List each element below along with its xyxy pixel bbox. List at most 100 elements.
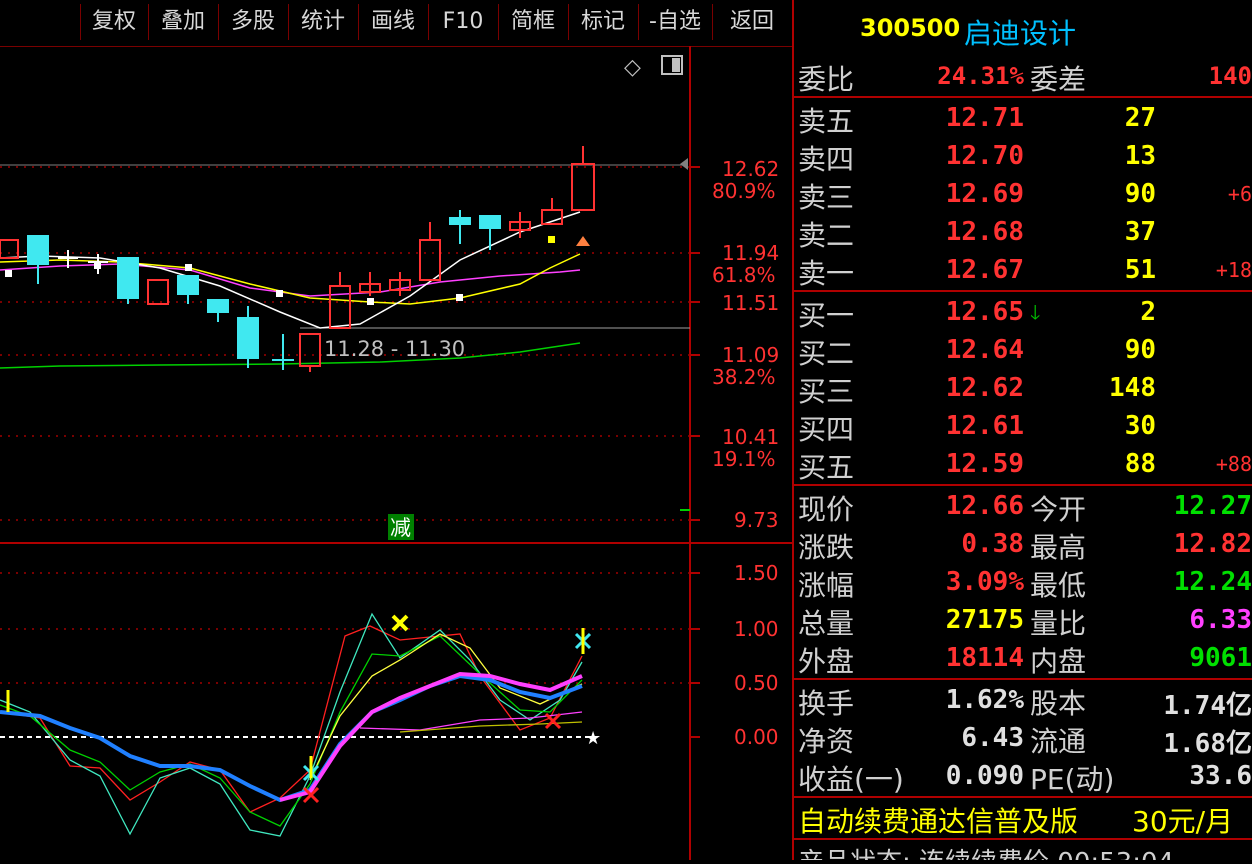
quote-panel: 300500 启迪设计 委比 24.31% 委差 140 卖五 12.71 27… — [794, 0, 1252, 860]
bid-price: 12.62 — [945, 373, 1024, 403]
star-icon: ★ — [585, 728, 601, 749]
stat-row: 涨幅 3.09% 最低 12.24 — [794, 564, 1252, 602]
ask-volume: 27 — [1124, 103, 1156, 133]
fib-label: 61.8% — [712, 263, 776, 287]
bid-row[interactable]: 买一 12.65 🡓 2 — [794, 294, 1252, 332]
kline-chart-area[interactable]: 11.28 - 11.30 ◇ 减 12.62 80.9% 11.94 61.8… — [0, 46, 792, 860]
bid-price: 12.65 — [945, 297, 1024, 327]
ask-volume: 90 — [1124, 179, 1156, 209]
ask-volume: 51 — [1124, 255, 1156, 285]
high-price: 12.82 — [1173, 529, 1252, 559]
ask-row[interactable]: 卖三 12.69 90 +6 — [794, 176, 1252, 214]
ask-row[interactable]: 卖二 12.68 37 — [794, 214, 1252, 252]
stock-name: 启迪设计 — [964, 17, 1077, 50]
f10-button[interactable]: F10 — [428, 4, 497, 40]
ask-row[interactable]: 卖四 12.70 13 — [794, 138, 1252, 176]
stock-code: 300500 — [860, 14, 961, 42]
subscription-price[interactable]: 30元/月 — [1132, 800, 1233, 840]
fuquan-button[interactable]: 复权 — [80, 4, 147, 40]
overlay-button[interactable]: 叠加 — [148, 4, 217, 40]
bid-label: 买一 — [798, 299, 855, 332]
bid-volume: 88 — [1124, 449, 1156, 479]
fundamental-row: 净资 6.43 流通 1.68亿 — [794, 720, 1252, 759]
bid-row[interactable]: 买三 12.62 148 — [794, 370, 1252, 408]
kline-chart-svg: 11.28 - 11.30 ◇ 减 12.62 80.9% 11.94 61.8… — [0, 46, 792, 860]
total-volume: 27175 — [945, 605, 1024, 635]
stat-label: 最高 — [1030, 531, 1087, 564]
inner-volume: 9061 — [1189, 643, 1252, 673]
fund-label: 流通 — [1030, 725, 1087, 758]
outer-volume: 18114 — [945, 643, 1024, 673]
weicha-value: 140 — [1208, 62, 1252, 90]
net-assets: 6.43 — [961, 723, 1024, 753]
stat-label: 最低 — [1030, 569, 1087, 602]
price-change: 0.38 — [961, 529, 1024, 559]
bid-label: 买三 — [798, 375, 855, 408]
ask-change: +18 — [1215, 258, 1252, 282]
price-label: 11.09 — [722, 343, 779, 367]
simple-frame-button[interactable]: 简框 — [498, 4, 567, 40]
fundamental-row: 收益(一) 0.090 PE(动) 33.6 — [794, 758, 1252, 796]
stat-row: 涨跌 0.38 最高 12.82 — [794, 526, 1252, 564]
ask-price: 12.70 — [945, 141, 1024, 171]
bid-price: 12.64 — [945, 335, 1024, 365]
fund-label: PE(动) — [1030, 763, 1115, 796]
draw-line-button[interactable]: 画线 — [358, 4, 427, 40]
indicator-label: 1.00 — [734, 617, 779, 641]
multi-stock-button[interactable]: 多股 — [218, 4, 287, 40]
stat-label: 量比 — [1030, 607, 1087, 640]
ask-label: 卖四 — [798, 143, 855, 176]
ask-price: 12.69 — [945, 179, 1024, 209]
reduce-badge-label: 减 — [390, 516, 411, 540]
bid-price: 12.59 — [945, 449, 1024, 479]
bid-volume: 90 — [1124, 335, 1156, 365]
ask-label: 卖一 — [798, 257, 855, 290]
turnover-value: 1.62% — [945, 685, 1024, 715]
weicha-label: 委差 — [1030, 63, 1087, 96]
open-price: 12.27 — [1173, 491, 1252, 521]
stat-row: 现价 12.66 今开 12.27 — [794, 488, 1252, 526]
mark-button[interactable]: 标记 — [568, 4, 637, 40]
bid-volume: 2 — [1140, 297, 1156, 327]
bid-row[interactable]: 买五 12.59 88 +88 — [794, 446, 1252, 484]
bid-price: 12.61 — [945, 411, 1024, 441]
volume-ratio: 6.33 — [1189, 605, 1252, 635]
toolbar: 复权 叠加 多股 统计 画线 F10 简框 标记 -自选 返回 — [0, 0, 792, 47]
stat-row: 外盘 18114 内盘 9061 — [794, 640, 1252, 678]
ask-row[interactable]: 卖一 12.67 51 +18 — [794, 252, 1252, 290]
stat-label: 外盘 — [798, 645, 855, 678]
indicator-label: 0.50 — [734, 671, 779, 695]
ask-volume: 37 — [1124, 217, 1156, 247]
weibi-row: 委比 24.31% 委差 140 — [794, 58, 1252, 96]
ask-row[interactable]: 卖五 12.71 27 — [794, 100, 1252, 138]
fundamental-row: 换手 1.62% 股本 1.74亿 — [794, 682, 1252, 721]
subscription-ad[interactable]: 自动续费通达信普及版 — [798, 800, 1078, 840]
bid-row[interactable]: 买二 12.64 90 — [794, 332, 1252, 370]
stat-label: 涨跌 — [798, 531, 855, 564]
ask-price: 12.67 — [945, 255, 1024, 285]
total-shares: 1.74亿 — [1163, 691, 1252, 721]
change-percent: 3.09% — [945, 567, 1024, 597]
back-button[interactable]: 返回 — [712, 4, 791, 40]
fib-label: 19.1% — [712, 447, 776, 471]
stat-label: 今开 — [1030, 493, 1087, 526]
bid-row[interactable]: 买四 12.61 30 — [794, 408, 1252, 446]
stat-label: 涨幅 — [798, 569, 855, 602]
pe-value: 33.6 — [1189, 761, 1252, 791]
diamond-icon[interactable]: ◇ — [624, 55, 641, 80]
bid-change: +88 — [1215, 452, 1252, 476]
fib-label: 80.9% — [712, 179, 776, 203]
bid-label: 买五 — [798, 451, 855, 484]
stat-label: 内盘 — [1030, 645, 1087, 678]
indicator-label: 0.00 — [734, 725, 779, 749]
price-label: 9.73 — [734, 508, 779, 532]
remove-watchlist-button[interactable]: -自选 — [638, 4, 711, 40]
weibi-label: 委比 — [798, 63, 855, 96]
eps-value: 0.090 — [945, 761, 1024, 791]
stock-title: 300500 启迪设计 — [794, 0, 1252, 56]
low-price: 12.24 — [1173, 567, 1252, 597]
stat-label: 总量 — [798, 607, 855, 640]
indicator-label: 1.50 — [734, 561, 779, 585]
weibi-value: 24.31% — [937, 62, 1024, 90]
statistics-button[interactable]: 统计 — [288, 4, 357, 40]
